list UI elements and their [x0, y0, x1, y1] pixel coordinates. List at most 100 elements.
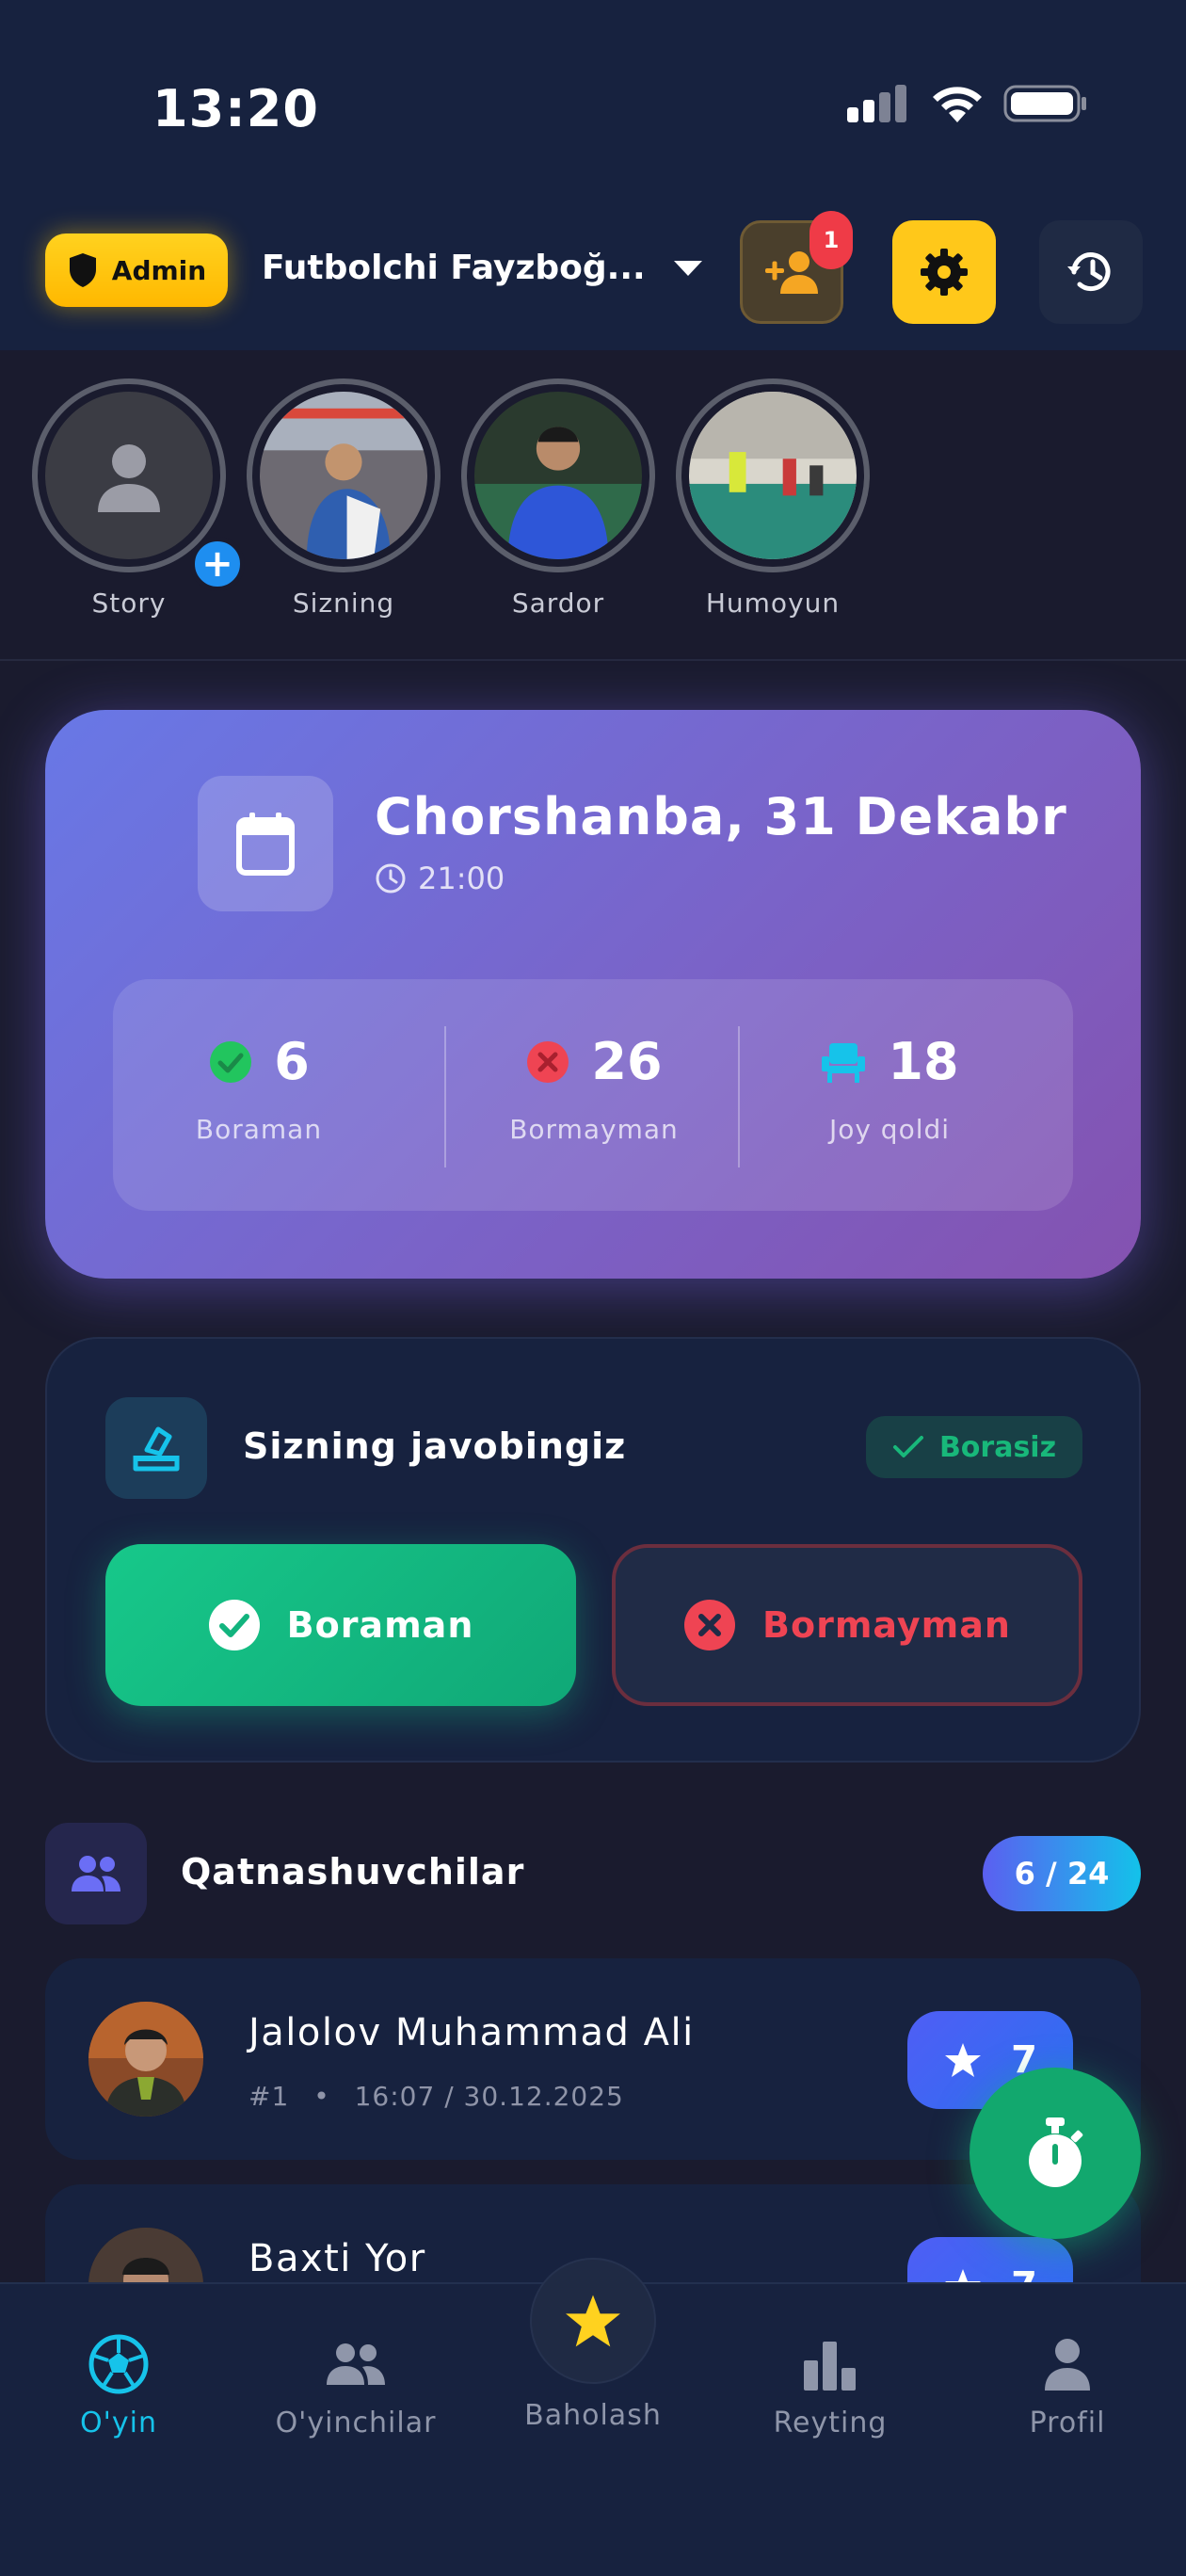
stat-divider: [738, 1026, 740, 1167]
answer-status-badge: Borasiz: [866, 1416, 1082, 1478]
nav-players[interactable]: O'yinchilar: [262, 2331, 450, 2439]
timer-fab-button[interactable]: [970, 2068, 1141, 2239]
story-ring: [32, 378, 226, 572]
nav-game[interactable]: O'yin: [24, 2331, 213, 2439]
nav-rating-label: Reyting: [773, 2407, 888, 2439]
evaluate-circle: [530, 2258, 656, 2384]
answer-status-text: Borasiz: [938, 1430, 1057, 1464]
stat-seats-left: 18 Joy qoldi: [744, 1032, 1035, 1145]
history-button[interactable]: [1039, 220, 1143, 324]
participant-meta: #1 • 16:07 / 30.12.2025: [248, 2081, 624, 2112]
nav-evaluate-label: Baholash: [524, 2399, 662, 2432]
vote-icon-box: [105, 1397, 207, 1499]
person-icon: [1045, 2339, 1090, 2391]
nav-rating[interactable]: Reyting: [736, 2331, 924, 2439]
notification-badge: 1: [809, 211, 853, 269]
participants-count-badge: 6 / 24: [983, 1836, 1141, 1911]
story-thumbnail: [689, 392, 857, 559]
wifi-icon: [933, 87, 982, 122]
your-answer-title: Sizning javobingiz: [243, 1425, 627, 1467]
x-circle-icon: [684, 1600, 736, 1650]
participants-title: Qatnashuvchilar: [181, 1851, 525, 1892]
participants-icon-box: [45, 1823, 147, 1924]
event-card: Chorshanba, 31 Dekabr 21:00 6 Boraman 26…: [45, 710, 1141, 1279]
shield-icon: [69, 253, 96, 287]
story-name: Humoyun: [705, 588, 841, 619]
check-circle-icon: [208, 1600, 260, 1650]
team-name: Futbolchi Fayzboğ...: [262, 249, 646, 287]
x-circle-icon: [527, 1040, 569, 1083]
story-thumbnail: [260, 392, 427, 559]
check-circle-icon: [210, 1040, 252, 1083]
story-ring: [461, 378, 655, 572]
nav-profile-label: Profil: [1029, 2407, 1106, 2439]
status-time: 13:20: [152, 79, 319, 138]
top-header: 13:20 Admin Futbolchi Fayzboğ... 1: [0, 0, 1186, 350]
story-item[interactable]: Sardor: [461, 378, 655, 619]
event-stats: 6 Boraman 26 Bormayman 18 Joy qoldi: [113, 979, 1073, 1211]
seat-icon: [822, 1042, 866, 1083]
story-thumbnail: [474, 392, 642, 559]
your-answer-card: Sizning javobingiz Borasiz Boraman Borma…: [45, 1337, 1141, 1763]
stat-going-label: Boraman: [195, 1114, 323, 1145]
story-ring: [676, 378, 870, 572]
players-icon: [327, 2343, 385, 2385]
nav-evaluate[interactable]: Baholash: [499, 2258, 687, 2432]
participant-joined-at: 16:07 / 30.12.2025: [354, 2081, 624, 2112]
participant-name: Jalolov Muhammad Ali: [248, 2011, 695, 2054]
star-icon: [945, 2043, 982, 2077]
admin-badge-label: Admin: [111, 254, 207, 286]
star-icon: [566, 2294, 620, 2347]
story-item[interactable]: Humoyun: [676, 378, 870, 619]
settings-button[interactable]: [892, 220, 996, 324]
vote-icon: [133, 1426, 180, 1472]
stat-seats-left-value: 18: [888, 1032, 959, 1091]
group-icon: [72, 1856, 120, 1892]
event-date: Chorshanba, 31 Dekabr: [375, 787, 1067, 846]
calendar-icon-box: [198, 776, 333, 911]
team-selector[interactable]: Futbolchi Fayzboğ...: [262, 249, 702, 287]
story-name: Sizning: [292, 588, 395, 619]
event-time: 21:00: [375, 861, 505, 896]
history-icon: [1067, 252, 1111, 292]
stat-not-going-value: 26: [591, 1032, 663, 1091]
story-item[interactable]: Sizning: [247, 378, 441, 619]
story-add[interactable]: + Story: [32, 378, 245, 619]
gear-icon: [921, 249, 968, 296]
avatar: [88, 2002, 203, 2117]
bar-chart-icon: [804, 2342, 856, 2391]
check-icon: [892, 1436, 923, 1457]
story-name: Story: [91, 588, 167, 619]
participant-name: Baxti Yor: [248, 2237, 426, 2280]
clock-icon: [376, 863, 406, 894]
signal-icon: [847, 85, 906, 122]
stat-divider: [444, 1026, 446, 1167]
stat-going-value: 6: [274, 1032, 310, 1091]
stopwatch-icon: [1029, 2117, 1083, 2187]
story-name: Sardor: [511, 588, 605, 619]
stories-bar: + Story Sizning Sardor Humoyun: [0, 350, 1186, 661]
stat-not-going-label: Bormayman: [509, 1114, 679, 1145]
nav-game-label: O'yin: [80, 2407, 157, 2439]
story-ring: [247, 378, 441, 572]
not-going-button[interactable]: Bormayman: [612, 1544, 1082, 1706]
stat-seats-left-label: Joy qoldi: [828, 1114, 951, 1145]
not-going-button-label: Bormayman: [762, 1604, 1011, 1646]
add-story-icon[interactable]: +: [190, 537, 245, 591]
meta-separator: •: [313, 2081, 330, 2112]
event-time-value: 21:00: [418, 861, 505, 896]
battery-icon: [1003, 85, 1086, 122]
chevron-down-icon: [673, 260, 702, 276]
going-button-label: Boraman: [286, 1604, 474, 1646]
stat-going: 6 Boraman: [113, 1032, 405, 1145]
status-icons: [845, 83, 1088, 124]
calendar-icon: [236, 813, 295, 876]
stat-not-going: 26 Bormayman: [448, 1032, 740, 1145]
nav-players-label: O'yinchilar: [275, 2407, 437, 2439]
going-button[interactable]: Boraman: [105, 1544, 576, 1706]
nav-profile[interactable]: Profil: [973, 2331, 1162, 2439]
soccer-ball-icon: [88, 2334, 149, 2394]
default-avatar: [45, 392, 213, 559]
admin-badge: Admin: [45, 233, 228, 307]
participant-number: #1: [248, 2081, 290, 2112]
